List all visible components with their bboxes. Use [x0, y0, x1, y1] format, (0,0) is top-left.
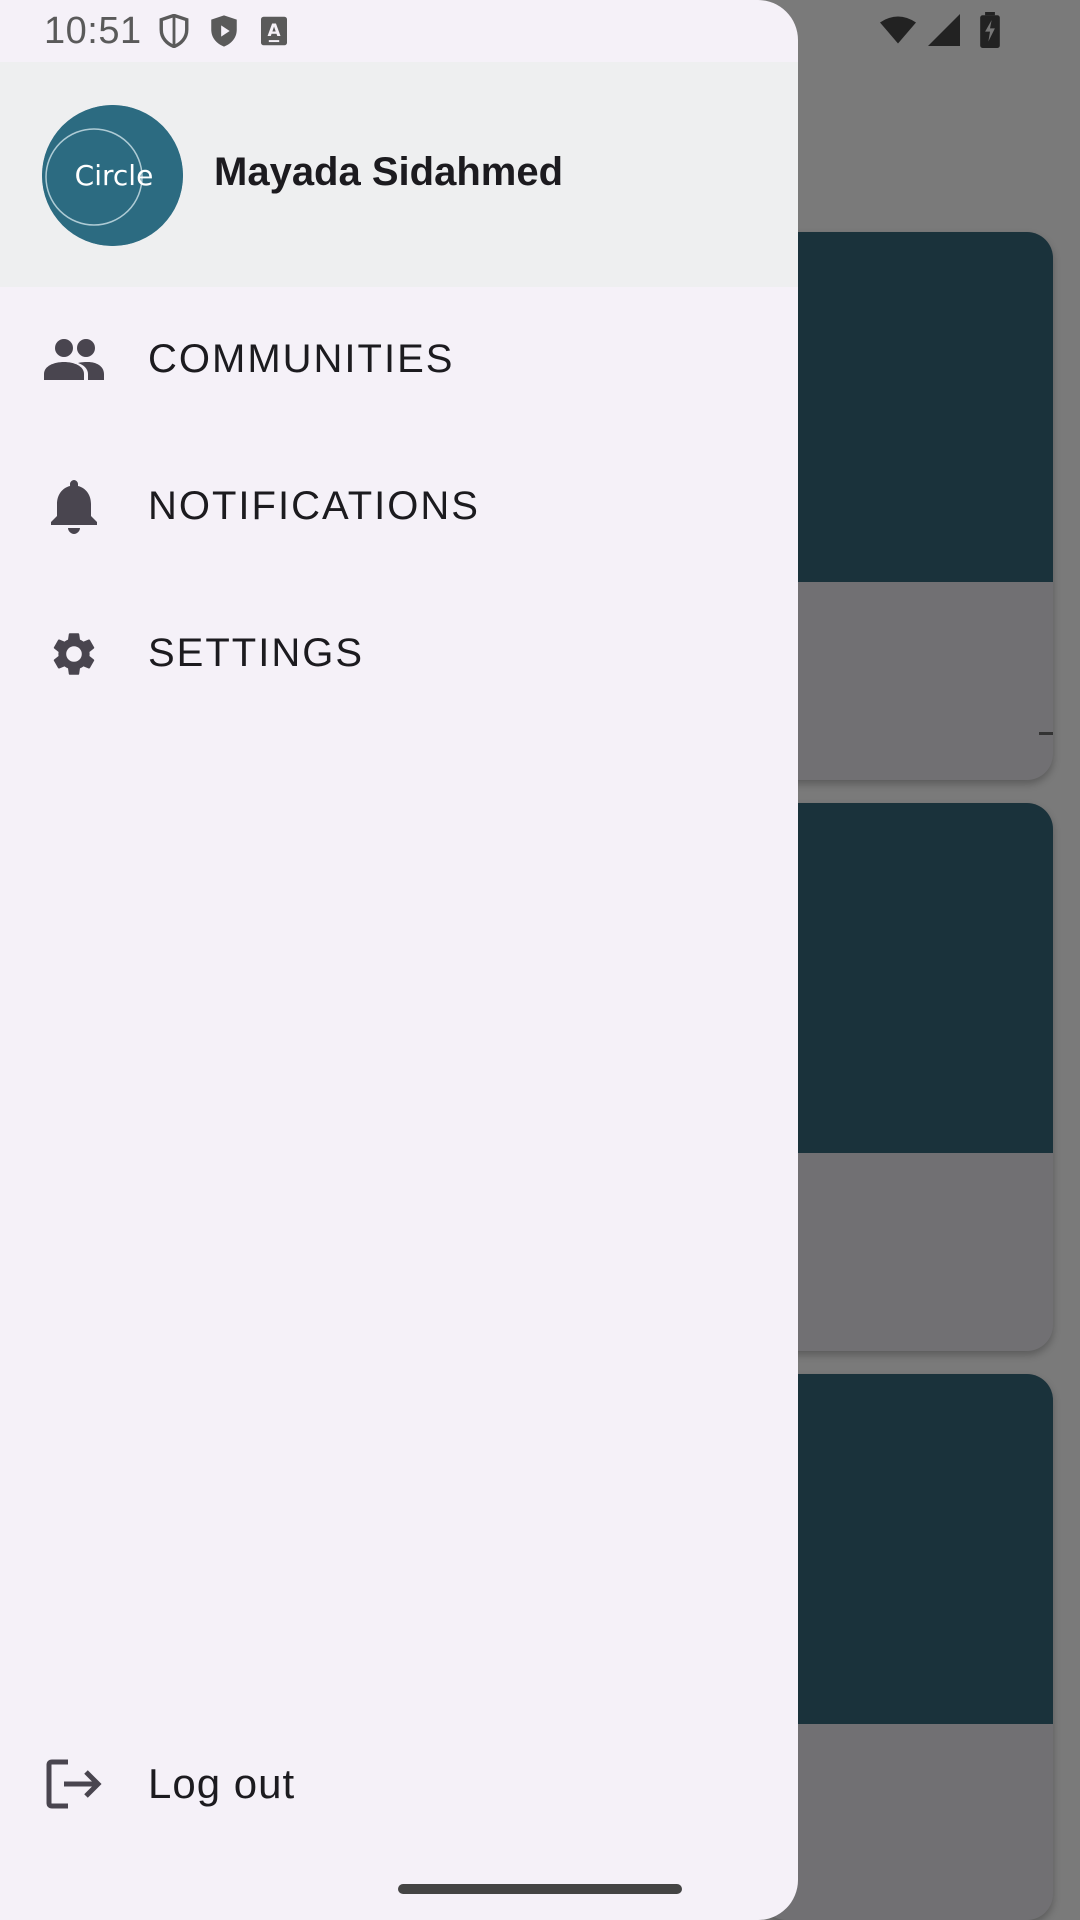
gear-icon	[42, 622, 106, 686]
user-name: Mayada Sidahmed	[214, 150, 564, 194]
keyboard-a-icon: A	[256, 13, 292, 49]
logout-button[interactable]: Log out	[0, 1710, 798, 1857]
feed-card-image	[760, 232, 1053, 582]
drawer-header: Circle Mayada Sidahmed	[0, 62, 798, 287]
gesture-navigation-bar[interactable]	[398, 1884, 682, 1894]
bell-icon	[42, 475, 106, 539]
feed-card[interactable]	[760, 232, 1053, 780]
menu-item-notifications[interactable]: NOTIFICATIONS	[0, 433, 798, 580]
menu-label: COMMUNITIES	[148, 337, 455, 381]
status-bar: 10:51 A	[0, 0, 798, 62]
status-time: 10:51	[44, 9, 142, 52]
feed-card[interactable]	[760, 803, 1053, 1351]
cell-signal-icon	[926, 12, 962, 48]
circle-logo-icon: Circle	[42, 105, 183, 246]
svg-text:A: A	[267, 20, 280, 40]
avatar[interactable]: Circle	[42, 105, 183, 246]
feed-card-image	[760, 803, 1053, 1153]
navigation-drawer: 10:51 A Circle Mayada Sidahmed COMMUNITI…	[0, 0, 798, 1920]
menu-item-settings[interactable]: SETTINGS	[0, 580, 798, 727]
svg-text:Circle: Circle	[75, 159, 154, 192]
battery-charging-icon	[972, 12, 1008, 48]
play-shield-icon	[206, 13, 242, 49]
wifi-icon	[880, 12, 916, 48]
people-icon	[42, 328, 106, 392]
menu-item-communities[interactable]: COMMUNITIES	[0, 286, 798, 433]
feed-card[interactable]	[760, 1374, 1053, 1920]
menu-label: NOTIFICATIONS	[148, 484, 480, 528]
logout-label: Log out	[148, 1759, 296, 1807]
logout-icon	[42, 1752, 106, 1816]
feed-card-image	[760, 1374, 1053, 1724]
menu-label: SETTINGS	[148, 631, 365, 675]
status-bar-right	[880, 12, 1008, 48]
shield-outline-icon	[156, 13, 192, 49]
